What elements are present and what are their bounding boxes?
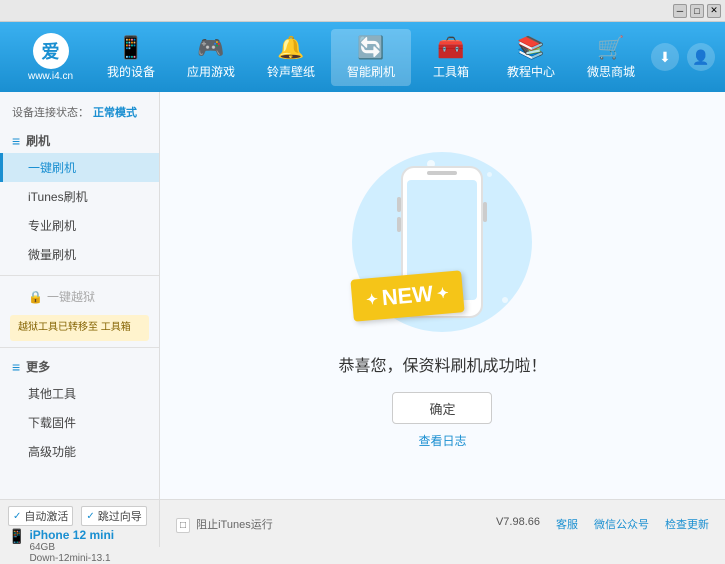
more-section-label: 更多 — [26, 358, 50, 375]
flash-section-header: ≡ 刷机 — [0, 128, 159, 153]
sidebar-item-download-firmware[interactable]: 下载固件 — [0, 408, 159, 437]
confirm-button[interactable]: 确定 — [392, 392, 492, 424]
skip-wizard-tick: ✓ — [86, 511, 94, 522]
device-name: iPhone 12 mini — [29, 528, 114, 542]
update-link[interactable]: 检查更新 — [665, 516, 709, 532]
device-phone-icon: 📱 — [8, 528, 25, 545]
logo-subtext: www.i4.cn — [28, 71, 73, 82]
main-content: ✦ NEW ✦ 恭喜您，保资料刷机成功啦！ 确定 查看日志 — [160, 92, 725, 499]
flash-section-label: 刷机 — [26, 132, 50, 149]
nav-apps-games-label: 应用游戏 — [187, 63, 235, 80]
sidebar-item-advanced[interactable]: 高级功能 — [0, 437, 159, 466]
new-text: NEW — [381, 281, 434, 311]
auto-activate-checkbox[interactable]: ✓ 自动激活 — [8, 506, 73, 526]
nav-my-device-label: 我的设备 — [107, 63, 155, 80]
auto-activate-label: 自动激活 — [24, 508, 68, 524]
nav-toolbox[interactable]: 🧰 工具箱 — [411, 29, 491, 86]
tutorials-icon: 📚 — [517, 35, 544, 61]
sparkle-right: ✦ — [437, 284, 450, 302]
weishi-icon: 🛒 — [597, 35, 624, 61]
view-log-link[interactable]: 查看日志 — [418, 432, 466, 449]
status-label: 设备连接状态： — [12, 104, 89, 120]
title-bar: ─ □ ✕ — [0, 0, 725, 22]
sidebar-item-one-click-flash[interactable]: 一键刷机 — [0, 153, 159, 182]
main-layout: 设备连接状态： 正常模式 ≡ 刷机 一键刷机 iTunes刷机 专业刷机 微量刷… — [0, 92, 725, 499]
bottom-section: ✓ 自动激活 ✓ 跳过向导 📱 iPhone 12 mini 64GB Down… — [0, 499, 725, 547]
device-status: 设备连接状态： 正常模式 — [0, 100, 159, 128]
download-button[interactable]: ⬇ — [651, 43, 679, 71]
logo-icon: 爱 — [33, 33, 69, 69]
jailbreak-note: 越狱工具已转移至 工具箱 — [10, 315, 149, 341]
ringtones-icon: 🔔 — [277, 35, 304, 61]
user-button[interactable]: 👤 — [687, 43, 715, 71]
service-link[interactable]: 客服 — [556, 516, 578, 532]
nav-toolbox-label: 工具箱 — [433, 63, 469, 80]
header: 爱 www.i4.cn 📱 我的设备 🎮 应用游戏 🔔 铃声壁纸 🔄 智能刷机 … — [0, 22, 725, 92]
sidebar-jailbreak-section: 🔒 一键越狱 — [0, 282, 159, 311]
nav-smart-flash[interactable]: 🔄 智能刷机 — [331, 29, 411, 86]
status-value: 正常模式 — [93, 104, 137, 120]
success-message: 恭喜您，保资料刷机成功啦！ — [338, 352, 546, 376]
nav-apps-games[interactable]: 🎮 应用游戏 — [171, 29, 251, 86]
stop-itunes-text: 阻止iTunes运行 — [196, 519, 273, 531]
device-capacity: 64GB — [29, 542, 114, 553]
sparkle-left: ✦ — [366, 290, 379, 308]
nav-tutorials[interactable]: 📚 教程中心 — [491, 29, 571, 86]
nav-my-device[interactable]: 📱 我的设备 — [91, 29, 171, 86]
device-row: 📱 iPhone 12 mini 64GB Down-12mini-13.1 — [8, 528, 151, 564]
phone-illustration: ✦ NEW ✦ — [342, 142, 542, 342]
status-right: V7.98.66 客服 微信公众号 检查更新 — [496, 516, 709, 532]
device-model: Down-12mini-13.1 — [29, 553, 114, 564]
sidebar-item-other-tools[interactable]: 其他工具 — [0, 379, 159, 408]
logo-area: 爱 www.i4.cn — [10, 33, 91, 82]
close-button[interactable]: ✕ — [707, 4, 721, 18]
sidebar-item-itunes-flash[interactable]: iTunes刷机 — [0, 182, 159, 211]
skip-wizard-label: 跳过向导 — [98, 508, 142, 524]
bottom-left-panel: ✓ 自动激活 ✓ 跳过向导 📱 iPhone 12 mini 64GB Down… — [0, 500, 160, 547]
maximize-button[interactable]: □ — [690, 4, 704, 18]
nav-tutorials-label: 教程中心 — [507, 63, 555, 80]
sidebar-item-recover-flash[interactable]: 微量刷机 — [0, 240, 159, 269]
more-section-header: ≡ 更多 — [0, 354, 159, 379]
flash-section-icon: ≡ — [12, 133, 20, 149]
auto-activate-tick: ✓ — [13, 511, 21, 522]
nav-right: ⬇ 👤 — [651, 43, 715, 71]
sidebar-item-pro-flash[interactable]: 专业刷机 — [0, 211, 159, 240]
nav-weishi-label: 微思商城 — [587, 63, 635, 80]
apps-games-icon: 🎮 — [197, 35, 224, 61]
nav-smart-flash-label: 智能刷机 — [347, 63, 395, 80]
sidebar-divider-2 — [0, 347, 159, 348]
success-area: ✦ NEW ✦ 恭喜您，保资料刷机成功啦！ 确定 查看日志 — [338, 142, 546, 449]
nav-ringtones[interactable]: 🔔 铃声壁纸 — [251, 29, 331, 86]
device-details: iPhone 12 mini 64GB Down-12mini-13.1 — [29, 528, 114, 564]
checkboxes-row: ✓ 自动激活 ✓ 跳过向导 — [8, 504, 151, 528]
stop-itunes-label: □ 阻止iTunes运行 — [176, 516, 273, 532]
smart-flash-icon: 🔄 — [357, 35, 384, 61]
wechat-link[interactable]: 微信公众号 — [594, 516, 649, 532]
more-section-icon: ≡ — [12, 359, 20, 375]
bottom-right-panel: □ 阻止iTunes运行 V7.98.66 客服 微信公众号 检查更新 — [160, 500, 725, 547]
nav-weishi[interactable]: 🛒 微思商城 — [571, 29, 651, 86]
nav-items: 📱 我的设备 🎮 应用游戏 🔔 铃声壁纸 🔄 智能刷机 🧰 工具箱 📚 教程中心… — [91, 29, 651, 86]
sidebar: 设备连接状态： 正常模式 ≡ 刷机 一键刷机 iTunes刷机 专业刷机 微量刷… — [0, 92, 160, 499]
toolbox-icon: 🧰 — [437, 35, 464, 61]
version-label: V7.98.66 — [496, 516, 540, 532]
minimize-button[interactable]: ─ — [673, 4, 687, 18]
sidebar-divider-1 — [0, 275, 159, 276]
my-device-icon: 📱 — [117, 35, 144, 61]
stop-itunes-checkbox[interactable]: □ — [176, 518, 190, 533]
nav-ringtones-label: 铃声壁纸 — [267, 63, 315, 80]
skip-wizard-checkbox[interactable]: ✓ 跳过向导 — [81, 506, 146, 526]
